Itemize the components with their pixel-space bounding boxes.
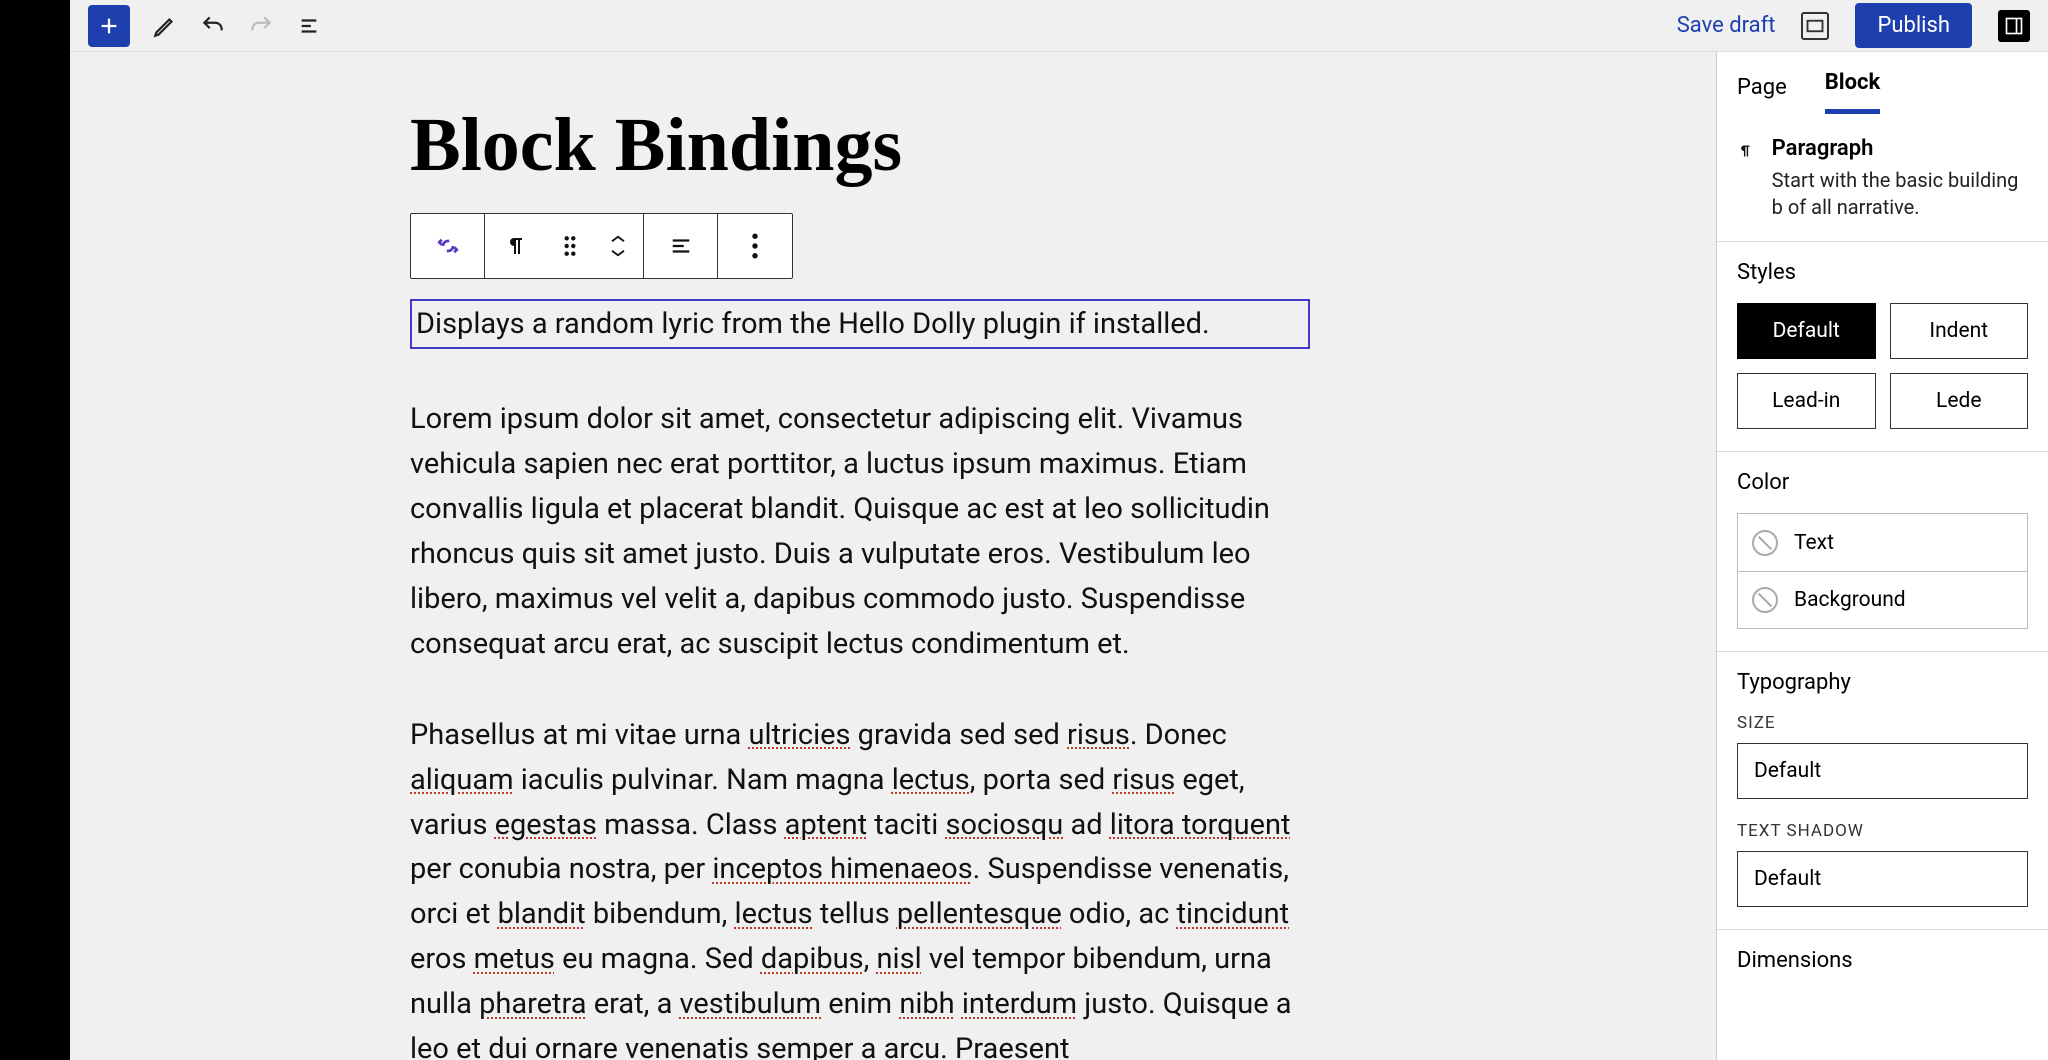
post-title[interactable]: Block Bindings	[410, 102, 1656, 189]
color-section: Color TextBackground	[1717, 452, 2048, 652]
inspector-sidebar: Page Block Paragraph Start with the basi…	[1716, 52, 2048, 1060]
chevron-up-icon	[609, 233, 627, 245]
none-swatch-icon	[1752, 587, 1778, 613]
align-button[interactable]	[644, 214, 718, 278]
section-title-dimensions: Dimensions	[1737, 948, 2028, 973]
drag-handle[interactable]	[547, 214, 593, 278]
dimensions-section: Dimensions	[1717, 930, 2048, 1013]
redo-button[interactable]	[248, 13, 274, 39]
sidebar-tabs: Page Block	[1717, 52, 2048, 114]
more-options-button[interactable]	[718, 214, 792, 278]
style-option-lead-in[interactable]: Lead-in	[1737, 373, 1876, 429]
style-option-lede[interactable]: Lede	[1890, 373, 2029, 429]
block-binding-button[interactable]	[411, 214, 485, 278]
block-name: Paragraph	[1772, 136, 2028, 161]
editor-canvas[interactable]: Block Bindings	[70, 52, 1716, 1060]
style-option-indent[interactable]: Indent	[1890, 303, 2029, 359]
color-row-text[interactable]: Text	[1737, 513, 2028, 571]
align-left-icon	[668, 235, 694, 257]
color-row-background[interactable]: Background	[1737, 571, 2028, 629]
tab-page[interactable]: Page	[1737, 75, 1787, 114]
bound-paragraph-block[interactable]: Displays a random lyric from the Hello D…	[410, 299, 1310, 349]
font-size-dropdown[interactable]: Default	[1737, 743, 2028, 799]
block-toolbar	[410, 213, 793, 279]
section-title-styles: Styles	[1737, 260, 2028, 285]
settings-panel-button[interactable]	[1998, 10, 2030, 42]
binding-icon	[433, 231, 463, 261]
size-label: SIZE	[1737, 713, 2028, 733]
desktop-icon	[1806, 19, 1824, 33]
section-title-typography: Typography	[1737, 670, 2028, 695]
typography-section: Typography SIZE Default TEXT SHADOW Defa…	[1717, 652, 2048, 930]
edit-tool-button[interactable]	[152, 13, 178, 39]
kebab-icon	[751, 233, 759, 259]
section-title-color: Color	[1737, 470, 2028, 495]
drag-icon	[561, 235, 579, 257]
style-option-default[interactable]: Default	[1737, 303, 1876, 359]
pilcrow-icon	[504, 232, 528, 260]
text-shadow-label: TEXT SHADOW	[1737, 821, 2028, 841]
block-info: Paragraph Start with the basic building …	[1717, 114, 2048, 242]
tab-block[interactable]: Block	[1825, 70, 1881, 114]
pilcrow-icon	[1737, 136, 1754, 166]
list-icon	[296, 15, 322, 37]
redo-icon	[248, 13, 274, 39]
paragraph-block[interactable]: Phasellus at mi vitae urna ultricies gra…	[410, 713, 1310, 1060]
paragraph-block[interactable]: Lorem ipsum dolor sit amet, consectetur …	[410, 397, 1310, 667]
styles-section: Styles DefaultIndentLead-inLede	[1717, 242, 2048, 452]
paragraph-transform-button[interactable]	[485, 214, 547, 278]
text-shadow-dropdown[interactable]: Default	[1737, 851, 2028, 907]
block-description: Start with the basic building b of all n…	[1772, 167, 2028, 221]
pencil-icon	[152, 13, 178, 39]
preview-button[interactable]	[1801, 12, 1829, 40]
sidebar-icon	[2004, 16, 2024, 36]
save-draft-button[interactable]: Save draft	[1677, 13, 1776, 38]
undo-icon	[200, 13, 226, 39]
none-swatch-icon	[1752, 530, 1778, 556]
editor-topbar: Save draft Publish	[70, 0, 2048, 52]
move-buttons[interactable]	[593, 214, 643, 278]
chevron-down-icon	[609, 247, 627, 259]
add-block-button[interactable]	[88, 5, 130, 47]
undo-button[interactable]	[200, 13, 226, 39]
publish-button[interactable]: Publish	[1855, 3, 1972, 48]
plus-icon	[98, 15, 120, 37]
document-overview-button[interactable]	[296, 13, 322, 39]
